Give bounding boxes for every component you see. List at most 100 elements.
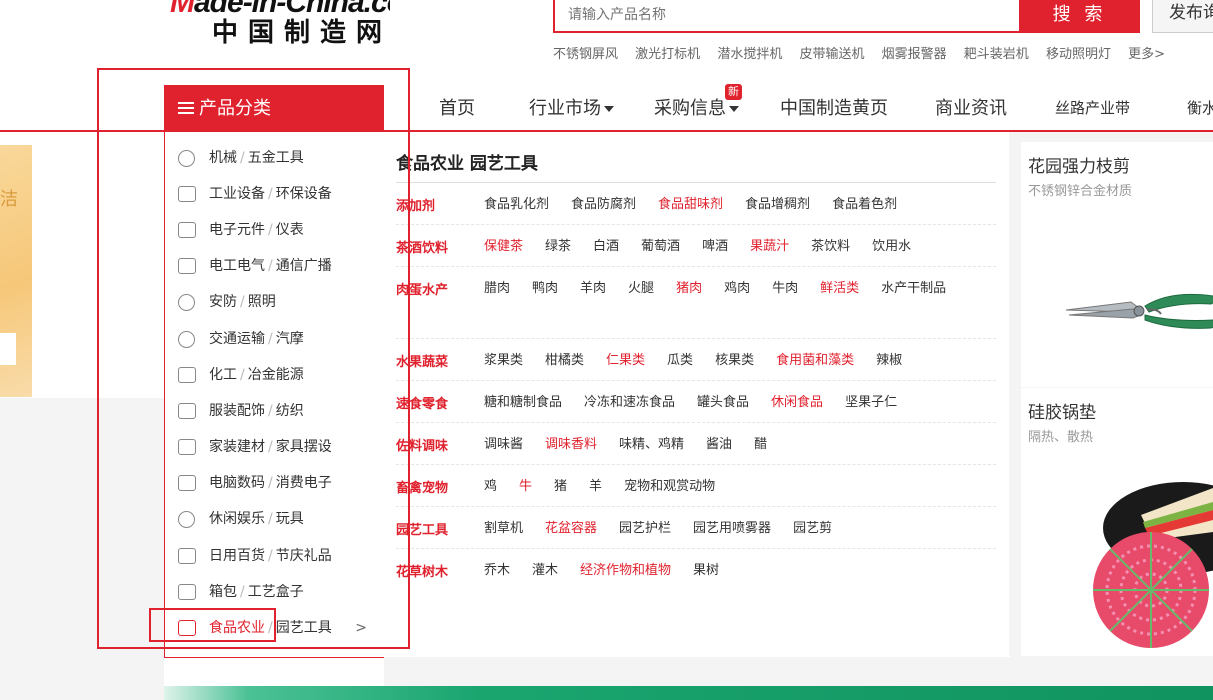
publish-inquiry-button[interactable]: 发布询 xyxy=(1152,0,1213,33)
promo-card[interactable]: 硅胶锅垫 隔热、散热 xyxy=(1021,388,1213,656)
subcategory-label[interactable]: 茶酒饮料 xyxy=(396,237,448,256)
hot-word-link[interactable]: 激光打标机 xyxy=(635,47,700,62)
subcategory-link[interactable]: 葡萄酒 xyxy=(641,237,680,257)
bottom-banner[interactable] xyxy=(164,686,1213,700)
subcategory-link[interactable]: 鸭肉 xyxy=(532,279,558,299)
subcategory-link[interactable]: 茶饮料 xyxy=(811,237,850,257)
hot-word-link[interactable]: 烟雾报警器 xyxy=(882,47,947,62)
category-item[interactable]: 机械 / 五金工具 xyxy=(165,140,384,176)
subcategory-link[interactable]: 味精、鸡精 xyxy=(619,435,684,455)
subcategory-link[interactable]: 瓜类 xyxy=(667,351,693,371)
subcategory-link[interactable]: 调味酱 xyxy=(484,435,523,455)
subcategory-link[interactable]: 经济作物和植物 xyxy=(580,561,671,581)
category-item[interactable]: 交通运输 / 汽摩 xyxy=(165,321,384,357)
subcategory-link[interactable]: 果树 xyxy=(693,561,719,581)
promo-card[interactable]: 花园强力枝剪 不锈钢锌合金材质 xyxy=(1021,142,1213,387)
category-item[interactable]: 家装建材 / 家具摆设 xyxy=(165,429,384,465)
subcategory-link[interactable]: 休闲食品 xyxy=(771,393,823,413)
search-button[interactable]: 搜 索 xyxy=(1019,0,1140,33)
subcategory-link[interactable]: 水产干制品 xyxy=(881,279,946,299)
subcategory-link[interactable]: 坚果子仁 xyxy=(845,393,897,413)
subcategory-link[interactable]: 食品着色剂 xyxy=(832,195,897,215)
subcategory-link[interactable]: 宠物和观赏动物 xyxy=(624,477,715,497)
subcategory-link[interactable]: 牛肉 xyxy=(772,279,798,299)
subcategory-link[interactable]: 食品乳化剂 xyxy=(484,195,549,215)
category-item[interactable]: 电子元件 / 仪表 xyxy=(165,212,384,248)
subcategory-link[interactable]: 食品增稠剂 xyxy=(745,195,810,215)
subcategory-label[interactable]: 速食零食 xyxy=(396,393,448,412)
subcategory-label[interactable]: 花草树木 xyxy=(396,561,448,580)
more-link[interactable]: 更多> xyxy=(1128,47,1165,62)
category-item-food-agriculture[interactable]: 食品农业 / 园艺工具 > xyxy=(165,610,385,646)
subcategory-link[interactable]: 鲜活类 xyxy=(820,279,859,299)
subcategory-link[interactable]: 冷冻和速冻食品 xyxy=(584,393,675,413)
subcategory-link[interactable]: 乔木 xyxy=(484,561,510,581)
subcategory-link[interactable]: 牛 xyxy=(519,477,532,497)
subcategory-link[interactable]: 白酒 xyxy=(593,237,619,257)
subcategory-label[interactable]: 肉蛋水产 xyxy=(396,279,448,298)
nav-yellow-pages[interactable]: 中国制造黄页 xyxy=(780,85,888,132)
category-item[interactable]: 安防 / 照明 xyxy=(165,284,384,320)
subcategory-label[interactable]: 园艺工具 xyxy=(396,519,448,538)
category-item[interactable]: 日用百货 / 节庆礼品 xyxy=(165,538,384,574)
hot-word-link[interactable]: 移动照明灯 xyxy=(1046,47,1111,62)
subcategory-link[interactable]: 调味香料 xyxy=(545,435,597,455)
subcategory-link[interactable]: 醋 xyxy=(754,435,767,455)
category-item[interactable]: 休闲娱乐 / 玩具 xyxy=(165,501,384,537)
subcategory-link[interactable]: 饮用水 xyxy=(872,237,911,257)
subcategory-link[interactable]: 园艺护栏 xyxy=(619,519,671,539)
subcategory-link[interactable]: 园艺用喷雾器 xyxy=(693,519,771,539)
subcategory-link[interactable]: 猪 xyxy=(554,477,567,497)
subcategory-link[interactable]: 浆果类 xyxy=(484,351,523,371)
subcategory-link[interactable]: 割草机 xyxy=(484,519,523,539)
nav-silk-road[interactable]: 丝路产业带 xyxy=(1055,85,1130,132)
subcategory-link[interactable]: 核果类 xyxy=(715,351,754,371)
nav-hengshui[interactable]: 衡水 xyxy=(1187,85,1213,132)
hot-word-link[interactable]: 皮带输送机 xyxy=(799,47,864,62)
subcategory-link[interactable]: 柑橘类 xyxy=(545,351,584,371)
subcategory-link[interactable]: 酱油 xyxy=(706,435,732,455)
subcategory-label[interactable]: 添加剂 xyxy=(396,195,435,214)
category-item[interactable]: 电脑数码 / 消费电子 xyxy=(165,465,384,501)
left-promo-banner[interactable]: 洁 xyxy=(0,145,32,397)
subcategory-link[interactable]: 食品甜味剂 xyxy=(658,195,723,215)
category-item[interactable]: 工业设备 / 环保设备 xyxy=(165,176,384,212)
hot-word-link[interactable]: 耙斗装岩机 xyxy=(964,47,1029,62)
subcategory-link[interactable]: 羊 xyxy=(589,477,602,497)
subcategory-link[interactable]: 绿茶 xyxy=(545,237,571,257)
product-category-header[interactable]: 产品分类 xyxy=(164,85,384,132)
hot-word-link[interactable]: 潜水搅拌机 xyxy=(717,47,782,62)
logo[interactable]: Made-in-China.com 中国制造网 xyxy=(170,0,390,44)
nav-home[interactable]: 首页 xyxy=(439,85,475,132)
subcategory-label[interactable]: 畜禽宠物 xyxy=(396,477,448,496)
subcategory-link[interactable]: 糖和糖制食品 xyxy=(484,393,562,413)
subcategory-label[interactable]: 佐料调味 xyxy=(396,435,448,454)
nav-business-news[interactable]: 商业资讯 xyxy=(935,85,1007,132)
subcategory-link[interactable]: 食品防腐剂 xyxy=(571,195,636,215)
hot-word-link[interactable]: 不锈钢屏风 xyxy=(553,47,618,62)
subcategory-link[interactable]: 花盆容器 xyxy=(545,519,597,539)
category-item[interactable]: 化工 / 冶金能源 xyxy=(165,357,384,393)
subcategory-link[interactable]: 食用菌和藻类 xyxy=(776,351,854,371)
subcategory-link[interactable]: 鸡肉 xyxy=(724,279,750,299)
subcategory-link[interactable]: 火腿 xyxy=(628,279,654,299)
subcategory-link[interactable]: 果蔬汁 xyxy=(750,237,789,257)
subcategory-items: 鸡 牛 猪 羊 宠物和观赏动物 xyxy=(484,477,996,507)
nav-industry-market[interactable]: 行业市场 xyxy=(529,85,614,132)
subcategory-label[interactable]: 水果蔬菜 xyxy=(396,351,448,370)
subcategory-link[interactable]: 啤酒 xyxy=(702,237,728,257)
search-input[interactable] xyxy=(555,0,1019,31)
subcategory-link[interactable]: 鸡 xyxy=(484,477,497,497)
subcategory-link[interactable]: 罐头食品 xyxy=(697,393,749,413)
category-item[interactable]: 箱包 / 工艺盒子 xyxy=(165,574,384,610)
subcategory-link[interactable]: 辣椒 xyxy=(876,351,902,371)
subcategory-link[interactable]: 保健茶 xyxy=(484,237,523,257)
subcategory-link[interactable]: 仁果类 xyxy=(606,351,645,371)
subcategory-link[interactable]: 园艺剪 xyxy=(793,519,832,539)
category-item[interactable]: 服装配饰 / 纺织 xyxy=(165,393,384,429)
category-item[interactable]: 电工电气 / 通信广播 xyxy=(165,248,384,284)
subcategory-link[interactable]: 灌木 xyxy=(532,561,558,581)
subcategory-link[interactable]: 猪肉 xyxy=(676,279,702,299)
subcategory-link[interactable]: 羊肉 xyxy=(580,279,606,299)
subcategory-link[interactable]: 腊肉 xyxy=(484,279,510,299)
